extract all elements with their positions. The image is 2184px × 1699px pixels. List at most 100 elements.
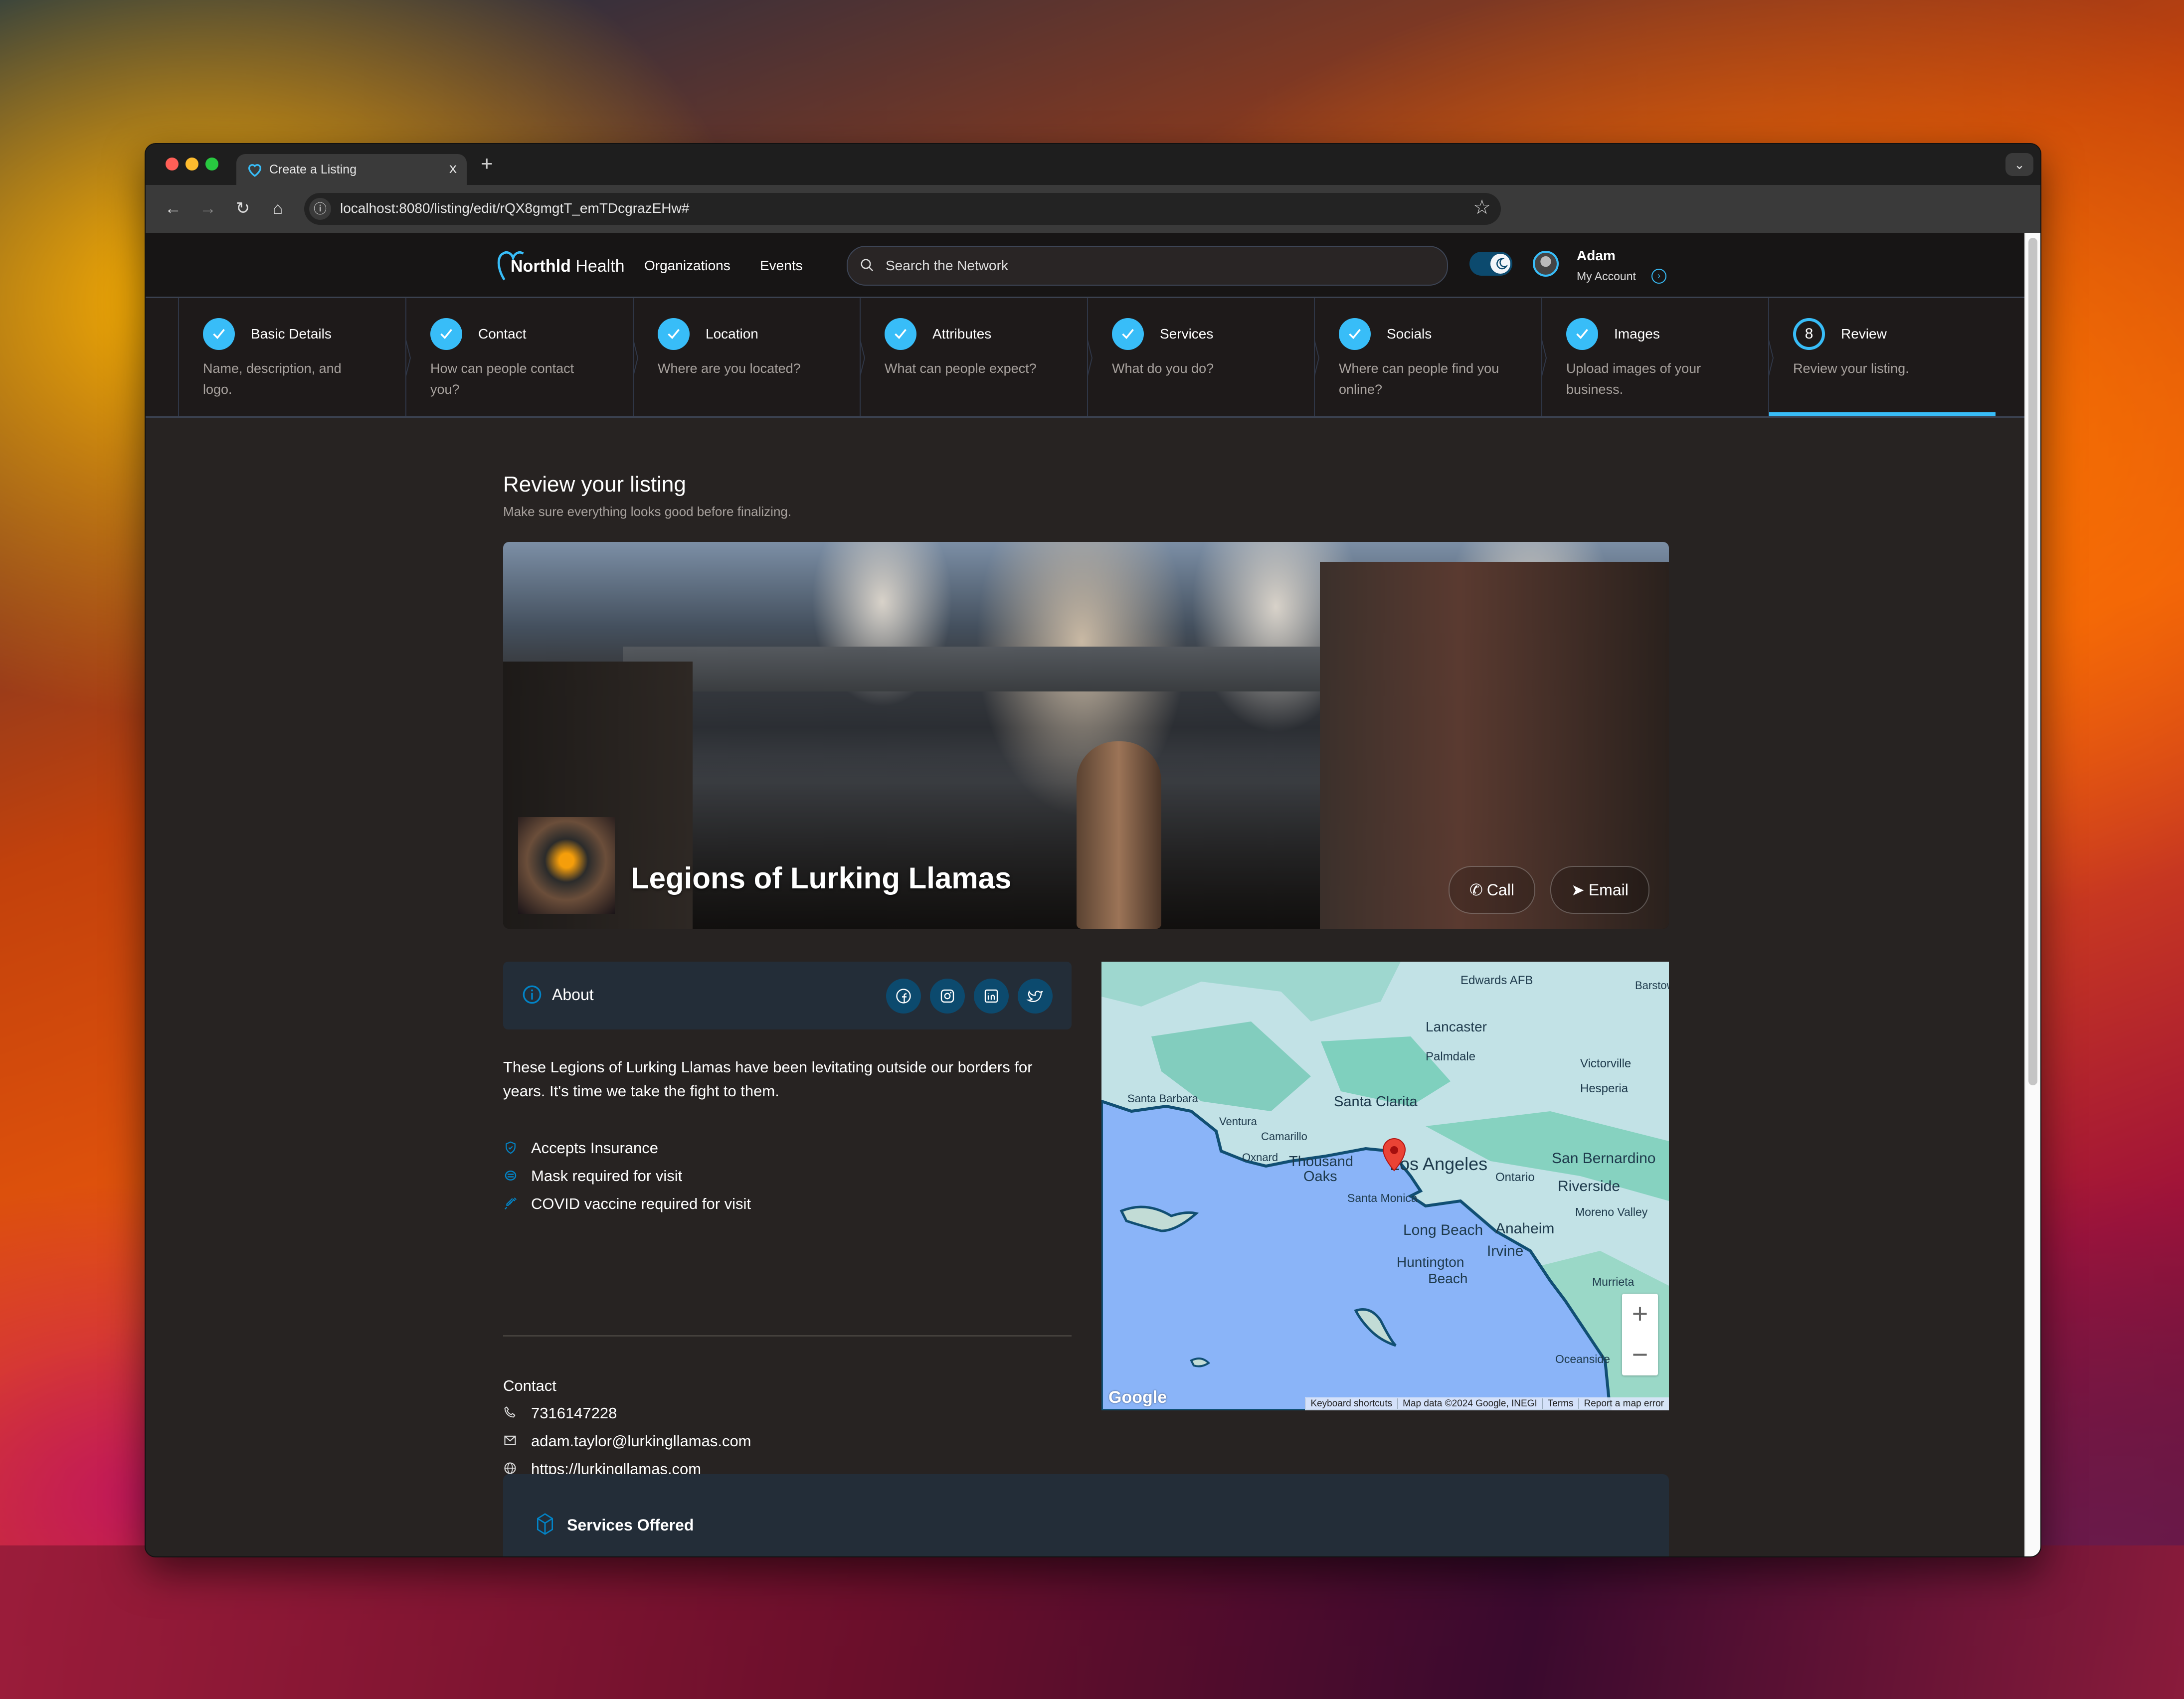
instagram-icon xyxy=(940,989,954,1003)
scrollbar-thumb[interactable] xyxy=(2028,238,2037,1085)
page-viewport: Northld Health Organizations Events Sear… xyxy=(146,233,2025,1556)
step-title: Contact xyxy=(478,326,527,341)
page-scrollbar[interactable] xyxy=(2024,233,2040,1556)
step-title: Basic Details xyxy=(251,326,332,341)
svg-text:Ventura: Ventura xyxy=(1219,1115,1258,1128)
svg-text:Riverside: Riverside xyxy=(1558,1178,1620,1194)
step-location[interactable]: Location Where are you located? xyxy=(633,298,860,416)
reload-icon[interactable]: ↻ xyxy=(230,196,255,221)
tab-strip: Create a Listing x + ⌄ xyxy=(146,144,2040,185)
home-icon[interactable]: ⌂ xyxy=(265,196,290,221)
step-separator-chevron xyxy=(405,338,411,378)
tab-search-chevron-icon[interactable]: ⌄ xyxy=(2005,153,2033,176)
new-tab-button[interactable]: + xyxy=(481,153,493,174)
twitter-link[interactable] xyxy=(1018,979,1053,1014)
svg-text:Oceanside: Oceanside xyxy=(1555,1353,1610,1365)
svg-text:Thousand: Thousand xyxy=(1289,1154,1353,1170)
search-placeholder: Search the Network xyxy=(886,258,1008,273)
step-description: Where are you located? xyxy=(658,361,801,376)
phone-icon: ✆ xyxy=(1469,881,1483,899)
browser-tab[interactable]: Create a Listing x xyxy=(236,154,467,185)
nav-organizations[interactable]: Organizations xyxy=(644,258,730,274)
svg-text:Huntington: Huntington xyxy=(1397,1254,1464,1270)
step-review[interactable]: 8 Review Review your listing. xyxy=(1768,298,1996,416)
step-socials[interactable]: Socials Where can people find you online? xyxy=(1314,298,1541,416)
map-zoom-in-button[interactable]: + xyxy=(1622,1294,1658,1334)
location-map[interactable]: Edwards AFB Barstow Lancaster Palmdale V… xyxy=(1101,962,1669,1410)
email-button[interactable]: ➤ Email xyxy=(1550,866,1649,914)
step-description: How can people contact you? xyxy=(430,361,574,397)
step-contact[interactable]: Contact How can people contact you? xyxy=(405,298,633,416)
step-title: Attributes xyxy=(932,326,992,341)
network-search-input[interactable]: Search the Network xyxy=(847,246,1448,286)
step-images[interactable]: Images Upload images of your business. xyxy=(1541,298,1769,416)
listing-stepper: Basic Details Name, description, and logo… xyxy=(146,298,2025,418)
linkedin-link[interactable] xyxy=(974,979,1009,1014)
step-services[interactable]: Services What do you do? xyxy=(1087,298,1314,416)
tab-title: Create a Listing xyxy=(269,163,357,176)
check-icon xyxy=(430,318,462,350)
listing-description: These Legions of Lurking Llamas have bee… xyxy=(503,1058,1033,1100)
address-bar[interactable]: ⓘ localhost:8080/listing/edit/rQX8gmgtT_… xyxy=(304,193,1501,225)
report-map-error-link[interactable]: Report a map error xyxy=(1578,1398,1669,1409)
page-subtitle: Make sure everything looks good before f… xyxy=(503,504,792,519)
forward-arrow-icon[interactable]: → xyxy=(195,196,220,221)
user-avatar[interactable] xyxy=(1533,251,1559,277)
dark-mode-toggle[interactable] xyxy=(1469,252,1512,276)
map-data-text: Map data ©2024 Google, INEGI xyxy=(1397,1398,1542,1409)
map-zoom-control: + − xyxy=(1622,1294,1658,1375)
cube-icon xyxy=(537,1513,553,1535)
step-description: What can people expect? xyxy=(885,361,1037,376)
mask-icon xyxy=(505,1171,517,1181)
google-logo: Google xyxy=(1108,1388,1167,1407)
nav-events[interactable]: Events xyxy=(760,258,803,274)
svg-text:Anaheim: Anaheim xyxy=(1495,1220,1554,1237)
svg-text:Long Beach: Long Beach xyxy=(1403,1222,1483,1238)
minimize-window-button[interactable] xyxy=(185,158,198,170)
chevron-right-circle-icon[interactable]: › xyxy=(1651,269,1666,284)
svg-text:Beach: Beach xyxy=(1428,1271,1467,1286)
desktop-wallpaper xyxy=(0,1545,2184,1699)
terms-link[interactable]: Terms xyxy=(1542,1398,1579,1409)
svg-text:Santa Monica: Santa Monica xyxy=(1347,1191,1418,1204)
svg-text:Camarillo: Camarillo xyxy=(1261,1130,1307,1143)
svg-text:Moreno Valley: Moreno Valley xyxy=(1575,1205,1648,1218)
listing-logo xyxy=(518,817,615,914)
map-canvas[interactable]: Edwards AFB Barstow Lancaster Palmdale V… xyxy=(1101,962,1669,1410)
svg-text:Ontario: Ontario xyxy=(1495,1171,1535,1184)
step-title: Services xyxy=(1160,326,1214,341)
facebook-link[interactable] xyxy=(886,979,921,1014)
bookmark-star-icon[interactable]: ☆ xyxy=(1473,196,1491,219)
svg-text:Irvine: Irvine xyxy=(1487,1243,1523,1259)
my-account-link[interactable]: My Account xyxy=(1577,270,1636,283)
map-zoom-out-button[interactable]: − xyxy=(1622,1335,1658,1374)
step-title: Review xyxy=(1841,326,1887,341)
url-text[interactable]: localhost:8080/listing/edit/rQX8gmgtT_em… xyxy=(340,200,689,216)
step-description: Where can people find you online? xyxy=(1339,361,1499,397)
info-icon xyxy=(523,985,542,1004)
step-description: Review your listing. xyxy=(1793,361,1909,376)
page-title: Review your listing xyxy=(503,472,686,497)
check-icon xyxy=(885,318,916,350)
globe-icon xyxy=(504,1462,516,1474)
svg-text:Victorville: Victorville xyxy=(1580,1057,1631,1070)
svg-text:San Bernardino: San Bernardino xyxy=(1552,1150,1655,1167)
instagram-link[interactable] xyxy=(930,979,965,1014)
close-window-button[interactable] xyxy=(166,158,179,170)
call-button[interactable]: ✆ Call xyxy=(1449,866,1535,914)
user-name[interactable]: Adam xyxy=(1577,248,1616,264)
search-icon xyxy=(861,259,874,272)
about-label: About xyxy=(552,986,594,1004)
keyboard-shortcuts-link[interactable]: Keyboard shortcuts xyxy=(1305,1398,1398,1409)
syringe-icon xyxy=(504,1197,517,1210)
back-arrow-icon[interactable]: ← xyxy=(161,196,185,221)
close-tab-icon[interactable]: x xyxy=(449,160,457,177)
step-attributes[interactable]: Attributes What can people expect? xyxy=(860,298,1087,416)
step-basic-details[interactable]: Basic Details Name, description, and logo… xyxy=(178,298,405,416)
site-info-icon[interactable]: ⓘ xyxy=(309,198,331,220)
step-description: What do you do? xyxy=(1112,361,1214,376)
shield-check-icon xyxy=(506,1141,516,1154)
maximize-window-button[interactable] xyxy=(205,158,218,170)
heart-favicon-icon xyxy=(248,164,262,177)
svg-text:Lancaster: Lancaster xyxy=(1426,1019,1487,1034)
